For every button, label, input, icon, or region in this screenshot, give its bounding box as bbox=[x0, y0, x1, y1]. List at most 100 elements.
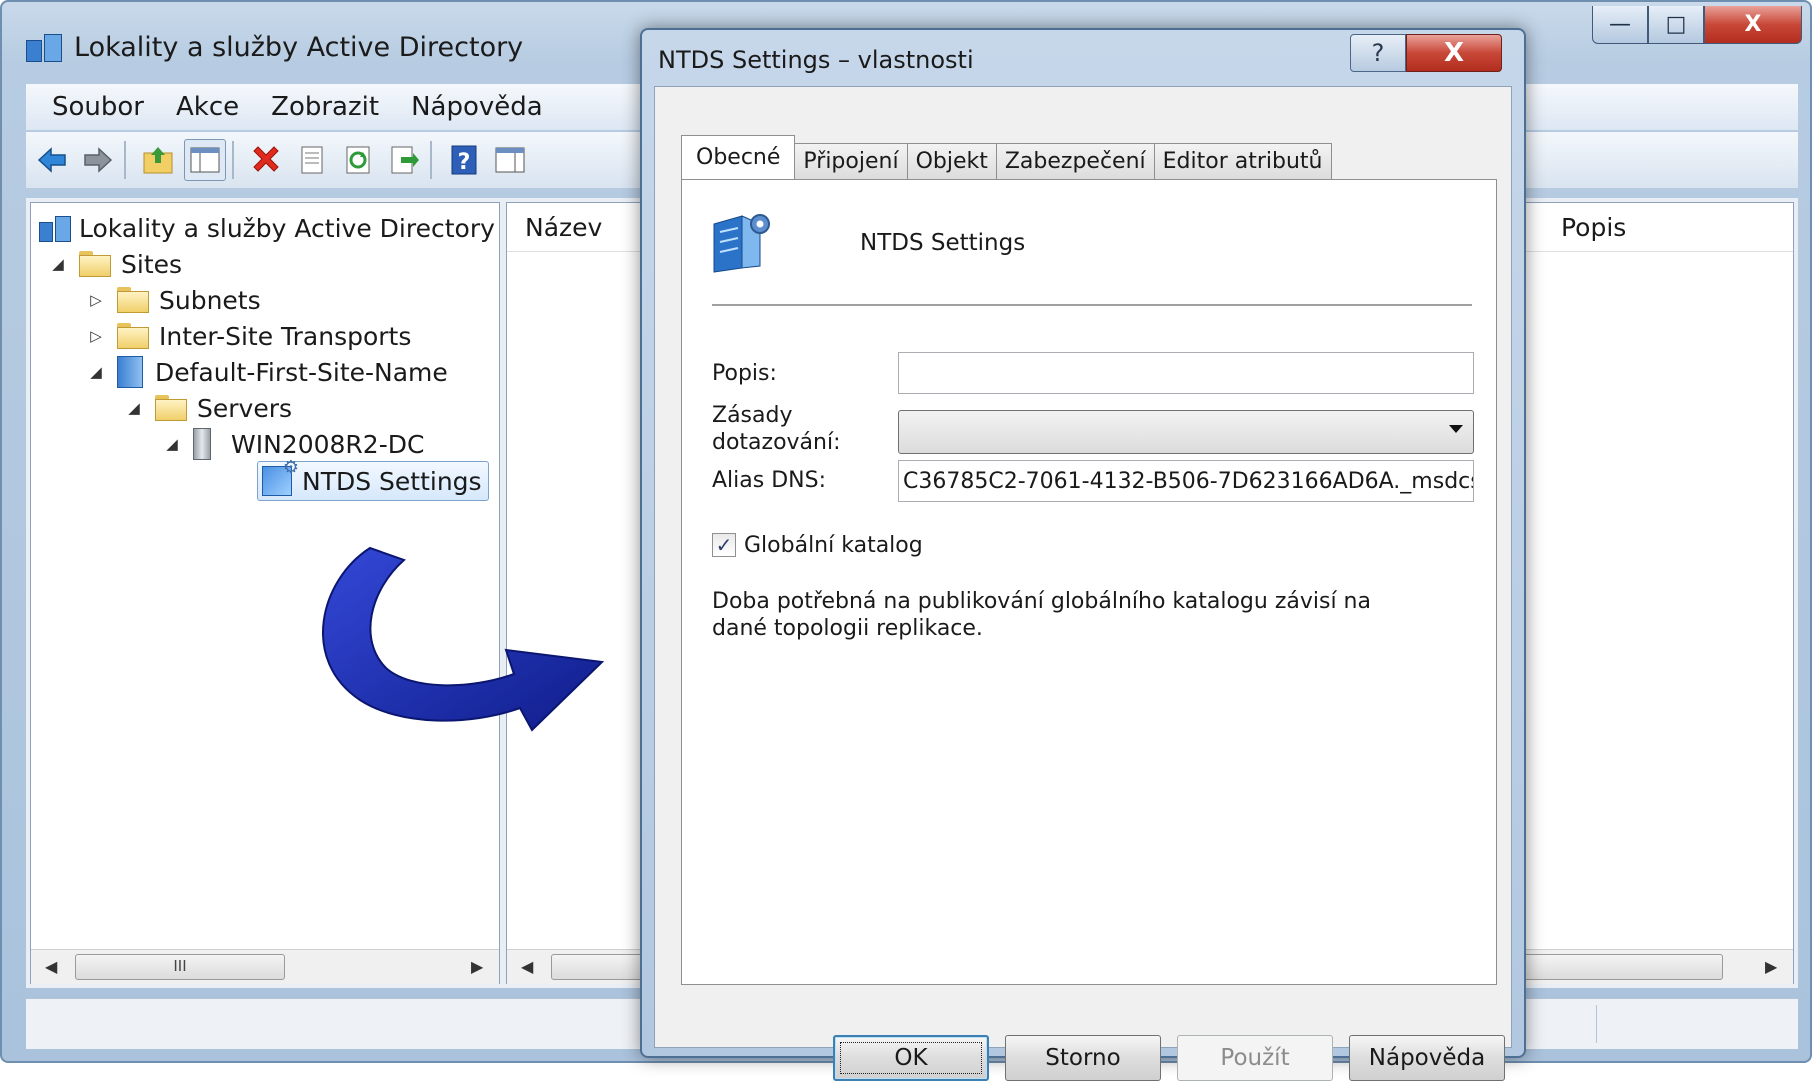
tab-strip: Obecné Připojení Objekt Zabezpečení Edit… bbox=[681, 135, 1332, 179]
menu-napoveda[interactable]: Nápověda bbox=[411, 92, 543, 122]
dialog-body: Obecné Připojení Objekt Zabezpečení Edit… bbox=[654, 86, 1512, 1081]
main-title-bar: Lokality a služby Active Directory bbox=[26, 22, 523, 72]
expanded-triangle-icon[interactable]: ◢ bbox=[125, 399, 143, 417]
dialog-close-button[interactable]: X bbox=[1406, 34, 1502, 72]
menu-zobrazit[interactable]: Zobrazit bbox=[271, 92, 379, 122]
export-list-icon bbox=[391, 146, 419, 174]
folder-icon bbox=[117, 323, 149, 349]
back-button[interactable] bbox=[32, 140, 72, 180]
query-policy-label-line2: dotazování: bbox=[712, 430, 841, 455]
help-icon: ? bbox=[451, 145, 477, 175]
description-input[interactable] bbox=[898, 352, 1474, 394]
column-header-name[interactable]: Název bbox=[525, 203, 602, 251]
separator-line bbox=[712, 304, 1472, 307]
tree-item-label: Subnets bbox=[159, 285, 261, 315]
properties-icon bbox=[301, 146, 323, 174]
forward-button[interactable] bbox=[78, 140, 118, 180]
tree-item-subnets[interactable]: ▷ Subnets bbox=[87, 283, 261, 317]
global-catalog-checkbox[interactable]: ✓ bbox=[712, 533, 736, 557]
toolbar-separator bbox=[232, 141, 234, 179]
main-window-title: Lokality a služby Active Directory bbox=[74, 31, 524, 63]
show-hide-action-pane-button[interactable] bbox=[490, 140, 530, 180]
tree-item-label: WIN2008R2-DC bbox=[231, 429, 425, 459]
help-button[interactable]: ? bbox=[444, 140, 484, 180]
ad-sites-icon bbox=[39, 214, 71, 242]
dropdown-arrow-icon bbox=[1449, 425, 1463, 433]
scroll-thumb[interactable]: III bbox=[75, 954, 285, 980]
tree-item-label: Servers bbox=[197, 393, 293, 423]
tab-editor-atributu[interactable]: Editor atributů bbox=[1153, 143, 1332, 179]
back-arrow-icon bbox=[37, 147, 66, 173]
minimize-button[interactable]: — bbox=[1592, 6, 1648, 44]
tab-objekt[interactable]: Objekt bbox=[906, 143, 997, 179]
expanded-triangle-icon[interactable]: ◢ bbox=[49, 255, 67, 273]
collapsed-triangle-icon[interactable]: ▷ bbox=[87, 291, 105, 309]
tree-item-label: Default-First-Site-Name bbox=[155, 357, 448, 387]
scroll-right-icon[interactable]: ▶ bbox=[1765, 957, 1777, 976]
delete-button[interactable] bbox=[246, 140, 286, 180]
toolbar-separator bbox=[430, 141, 432, 179]
server-icon bbox=[193, 428, 211, 460]
expanded-triangle-icon[interactable]: ◢ bbox=[87, 363, 105, 381]
ntds-settings-icon bbox=[262, 457, 299, 496]
folder-icon bbox=[155, 395, 187, 421]
tab-zabezpeceni[interactable]: Zabezpečení bbox=[995, 143, 1155, 179]
properties-button[interactable] bbox=[292, 140, 332, 180]
show-hide-tree-button[interactable] bbox=[184, 139, 226, 181]
toolbar-separator bbox=[124, 141, 126, 179]
up-level-button[interactable] bbox=[138, 140, 178, 180]
cancel-button[interactable]: Storno bbox=[1005, 1035, 1161, 1081]
tree-horizontal-scrollbar[interactable]: ◀ III ▶ bbox=[31, 949, 499, 984]
description-label: Popis: bbox=[712, 361, 777, 386]
dialog-help-button[interactable]: ? bbox=[1350, 34, 1406, 72]
scroll-right-icon[interactable]: ▶ bbox=[471, 957, 483, 976]
window-controls: — □ X bbox=[1592, 6, 1802, 44]
menu-soubor[interactable]: Soubor bbox=[52, 92, 144, 122]
dns-alias-field[interactable]: C36785C2-7061-4132-B506-7D623166AD6A._ms… bbox=[898, 460, 1474, 502]
tree-item-sites[interactable]: ◢ Sites bbox=[49, 247, 182, 281]
tree-item-inter-site-transports[interactable]: ▷ Inter-Site Transports bbox=[87, 319, 411, 353]
tab-obecne[interactable]: Obecné bbox=[681, 135, 796, 179]
folder-icon bbox=[117, 287, 149, 313]
svg-text:?: ? bbox=[458, 150, 471, 175]
expanded-triangle-icon[interactable]: ◢ bbox=[163, 435, 181, 453]
status-divider bbox=[1596, 1005, 1597, 1043]
tree-item-label: Lokality a služby Active Directory bbox=[79, 213, 495, 243]
tab-panel-general: NTDS Settings Popis: Zásady dotazování: … bbox=[681, 179, 1497, 985]
tree-item-servers[interactable]: ◢ Servers bbox=[125, 391, 292, 425]
column-header-description[interactable]: Popis bbox=[1561, 203, 1626, 251]
global-catalog-info-text: Doba potřebná na publikování globálního … bbox=[712, 589, 1371, 641]
maximize-button[interactable]: □ bbox=[1648, 6, 1704, 44]
close-button[interactable]: X bbox=[1704, 6, 1802, 44]
scroll-left-icon[interactable]: ◀ bbox=[521, 957, 533, 976]
ntds-properties-dialog: NTDS Settings – vlastnosti ? X Obecné Př… bbox=[640, 28, 1526, 1081]
export-list-button[interactable] bbox=[384, 140, 424, 180]
forward-arrow-icon bbox=[84, 147, 113, 173]
object-name: NTDS Settings bbox=[860, 230, 1026, 256]
folder-icon bbox=[79, 251, 111, 277]
tree-item-default-first-site[interactable]: ◢ Default-First-Site-Name bbox=[87, 355, 448, 389]
tree-item-label: NTDS Settings bbox=[302, 466, 482, 496]
tree-item-label: Sites bbox=[121, 249, 183, 279]
query-policy-label-line1: Zásady bbox=[712, 403, 793, 428]
global-catalog-label[interactable]: Globální katalog bbox=[744, 532, 923, 559]
ad-sites-app-icon bbox=[26, 32, 62, 62]
ntds-settings-large-icon bbox=[713, 214, 770, 273]
help-button-dialog[interactable]: Nápověda bbox=[1349, 1035, 1505, 1081]
up-folder-icon bbox=[143, 147, 173, 174]
refresh-button[interactable] bbox=[338, 140, 378, 180]
scroll-left-icon[interactable]: ◀ bbox=[45, 957, 57, 976]
collapsed-triangle-icon[interactable]: ▷ bbox=[87, 327, 105, 345]
refresh-icon bbox=[346, 146, 370, 174]
menu-akce[interactable]: Akce bbox=[176, 92, 239, 122]
focus-ring bbox=[840, 1042, 982, 1074]
apply-button[interactable]: Použít bbox=[1177, 1035, 1333, 1081]
ok-button[interactable]: OK bbox=[833, 1035, 989, 1081]
site-icon bbox=[117, 356, 143, 388]
tree-item-win2008r2-dc[interactable]: ◢ WIN2008R2-DC bbox=[163, 427, 424, 461]
query-policy-dropdown[interactable] bbox=[898, 410, 1474, 454]
tree-item-ntds-settings[interactable]: NTDS Settings bbox=[257, 457, 489, 501]
tab-pripojeni[interactable]: Připojení bbox=[794, 143, 908, 179]
dns-alias-label: Alias DNS: bbox=[712, 468, 826, 493]
tree-item-root[interactable]: Lokality a služby Active Directory bbox=[39, 211, 495, 245]
